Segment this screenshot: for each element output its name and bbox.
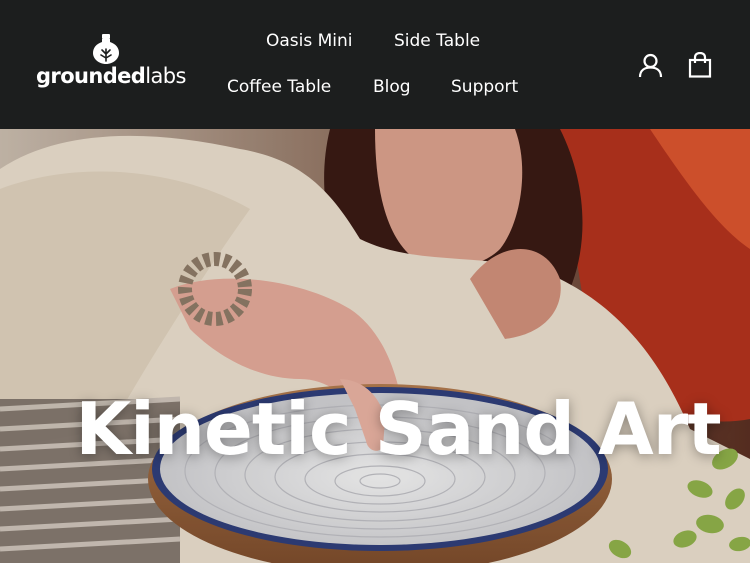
site-header: groundedlabs Oasis Mini Side Table Coffe… [0, 0, 750, 129]
nav-item-coffee-table[interactable]: Coffee Table [227, 77, 331, 97]
shopping-bag-icon [688, 51, 712, 78]
nav-item-support[interactable]: Support [451, 77, 518, 97]
cart-button[interactable] [688, 51, 712, 78]
nav-item-oasis-mini[interactable]: Oasis Mini [266, 31, 353, 51]
hero-title: Kinetic Sand Art [75, 387, 721, 471]
nav-item-side-table[interactable]: Side Table [394, 31, 480, 51]
user-icon [638, 53, 663, 78]
hero-photo [0, 129, 750, 563]
hero-banner: Kinetic Sand Art [0, 129, 750, 563]
nav-item-blog[interactable]: Blog [373, 77, 411, 97]
account-button[interactable] [638, 53, 663, 78]
